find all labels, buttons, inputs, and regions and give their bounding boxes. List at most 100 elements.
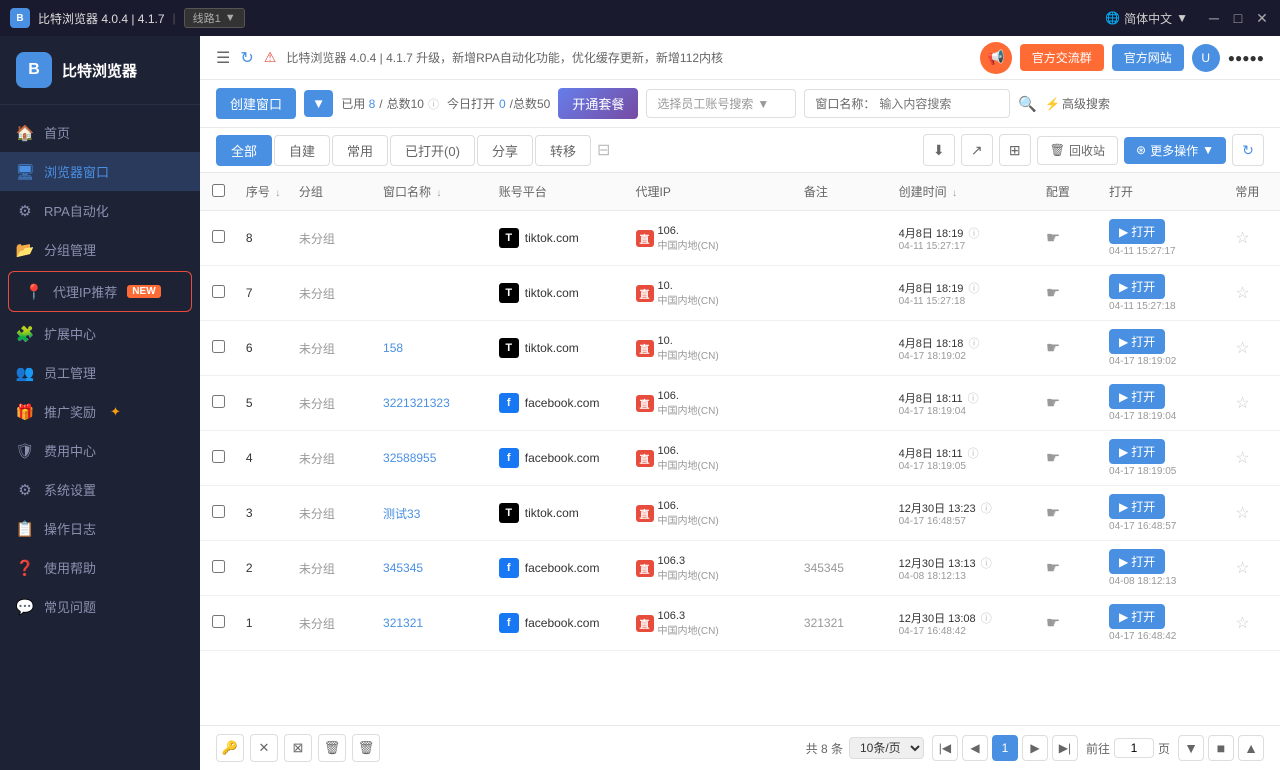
scroll-down-button[interactable]: ▼	[1178, 735, 1204, 761]
page-1-button[interactable]: 1	[992, 735, 1018, 761]
tab-transfer[interactable]: 转移	[535, 135, 591, 166]
time-info-icon[interactable]: ⓘ	[968, 283, 979, 295]
menu-icon[interactable]: ☰	[216, 48, 230, 68]
row-checkbox[interactable]	[212, 560, 225, 573]
star-icon[interactable]: ☆	[1235, 340, 1249, 357]
employee-search-dropdown[interactable]: 选择员工账号搜索 ▼	[646, 89, 796, 118]
open-window-button[interactable]: ▶ 打开	[1109, 274, 1165, 299]
star-icon[interactable]: ☆	[1235, 395, 1249, 412]
time-info-icon[interactable]: ⓘ	[981, 558, 992, 570]
create-dropdown-button[interactable]: ▼	[304, 90, 333, 117]
tab-all[interactable]: 全部	[216, 135, 272, 166]
sidebar-item-rewards[interactable]: 🎁 推广奖励 ✦	[0, 392, 200, 431]
open-window-button[interactable]: ▶ 打开	[1109, 439, 1165, 464]
fingerprint-icon[interactable]: ☛	[1046, 230, 1060, 247]
page-first-button[interactable]: |◀	[932, 735, 958, 761]
tab-share[interactable]: 分享	[477, 135, 533, 166]
sidebar-item-employees[interactable]: 👥 员工管理	[0, 353, 200, 392]
page-size-select[interactable]: 10条/页 20条/页 50条/页	[849, 737, 924, 759]
batch-delete-icon[interactable]: 🗑	[352, 734, 380, 762]
row-checkbox[interactable]	[212, 230, 225, 243]
time-info-icon[interactable]: ⓘ	[968, 393, 979, 405]
row-checkbox[interactable]	[212, 615, 225, 628]
open-window-button[interactable]: ▶ 打开	[1109, 549, 1165, 574]
more-tabs-icon[interactable]: ⊟	[597, 140, 610, 160]
fingerprint-icon[interactable]: ☛	[1046, 560, 1060, 577]
minimize-button[interactable]: ─	[1206, 10, 1222, 26]
community-button[interactable]: 官方交流群	[1020, 44, 1104, 71]
col-header-config: 配置	[1038, 173, 1101, 211]
row-checkbox[interactable]	[212, 340, 225, 353]
page-prev-button[interactable]: ◀	[962, 735, 988, 761]
language-selector[interactable]: 🌐 简体中文 ▼	[1105, 10, 1188, 27]
search-button[interactable]: 🔍	[1018, 95, 1037, 113]
page-last-button[interactable]: ▶|	[1052, 735, 1078, 761]
batch-recycle-icon[interactable]: 🗑	[318, 734, 346, 762]
open-window-button[interactable]: ▶ 打开	[1109, 384, 1165, 409]
close-button[interactable]: ✕	[1254, 10, 1270, 26]
time-info-icon[interactable]: ⓘ	[968, 338, 979, 350]
star-icon[interactable]: ☆	[1235, 450, 1249, 467]
star-icon[interactable]: ☆	[1235, 230, 1249, 247]
star-icon[interactable]: ☆	[1235, 505, 1249, 522]
batch-open-icon[interactable]: 🔑	[216, 734, 244, 762]
search-input[interactable]	[879, 97, 999, 111]
recycle-bin-button[interactable]: 🗑 回收站	[1037, 136, 1118, 165]
batch-export-icon[interactable]: ⊠	[284, 734, 312, 762]
time-info-icon[interactable]: ⓘ	[968, 228, 979, 240]
row-checkbox[interactable]	[212, 505, 225, 518]
select-all-checkbox[interactable]	[212, 184, 225, 197]
time-info-icon[interactable]: ⓘ	[981, 613, 992, 625]
time-info-icon[interactable]: ⓘ	[968, 448, 979, 460]
sidebar-item-home[interactable]: 🏠 首页	[0, 113, 200, 152]
sidebar-item-extensions[interactable]: 🧩 扩展中心	[0, 314, 200, 353]
tab-common[interactable]: 常用	[332, 135, 388, 166]
advanced-search-button[interactable]: ⚡ 高级搜索	[1045, 95, 1110, 112]
official-website-button[interactable]: 官方网站	[1112, 44, 1184, 71]
plan-button[interactable]: 开通套餐	[558, 88, 638, 119]
star-icon[interactable]: ☆	[1235, 615, 1249, 632]
fingerprint-icon[interactable]: ☛	[1046, 285, 1060, 302]
grid-icon[interactable]: ⊞	[999, 134, 1031, 166]
refresh-icon[interactable]: ↻	[240, 48, 253, 68]
star-icon[interactable]: ☆	[1235, 285, 1249, 302]
more-operations-button[interactable]: ⊛ 更多操作 ▼	[1124, 137, 1226, 164]
tab-opened[interactable]: 已打开(0)	[390, 135, 475, 166]
open-window-button[interactable]: ▶ 打开	[1109, 604, 1165, 629]
open-window-button[interactable]: ▶ 打开	[1109, 494, 1165, 519]
page-next-button[interactable]: ▶	[1022, 735, 1048, 761]
batch-close-icon[interactable]: ✕	[250, 734, 278, 762]
scroll-stop-button[interactable]: ■	[1208, 735, 1234, 761]
fingerprint-icon[interactable]: ☛	[1046, 615, 1060, 632]
time-info-icon[interactable]: ⓘ	[981, 503, 992, 515]
sidebar-item-faq[interactable]: 💬 常见问题	[0, 587, 200, 626]
sidebar-item-browser-windows[interactable]: 🖥 浏览器窗口	[0, 152, 200, 191]
table-refresh-button[interactable]: ↻	[1232, 134, 1264, 166]
row-checkbox[interactable]	[212, 285, 225, 298]
sidebar-item-help[interactable]: ❓ 使用帮助	[0, 548, 200, 587]
network-line[interactable]: 线路1 ▼	[184, 8, 245, 28]
tab-self[interactable]: 自建	[274, 135, 330, 166]
usage-info-icon[interactable]: ⓘ	[428, 96, 439, 112]
import-icon[interactable]: ⬇	[923, 134, 955, 166]
scroll-up-button[interactable]: ▲	[1238, 735, 1264, 761]
maximize-button[interactable]: □	[1230, 10, 1246, 26]
star-icon[interactable]: ☆	[1235, 560, 1249, 577]
share-icon[interactable]: ↗	[961, 134, 993, 166]
create-window-button[interactable]: 创建窗口	[216, 88, 296, 119]
fingerprint-icon[interactable]: ☛	[1046, 340, 1060, 357]
fingerprint-icon[interactable]: ☛	[1046, 395, 1060, 412]
row-checkbox[interactable]	[212, 450, 225, 463]
fingerprint-icon[interactable]: ☛	[1046, 450, 1060, 467]
sidebar-item-settings[interactable]: ⚙ 系统设置	[0, 470, 200, 509]
row-checkbox[interactable]	[212, 395, 225, 408]
sidebar-item-logs[interactable]: 📋 操作日志	[0, 509, 200, 548]
open-window-button[interactable]: ▶ 打开	[1109, 219, 1165, 244]
open-window-button[interactable]: ▶ 打开	[1109, 329, 1165, 354]
page-jump-input[interactable]	[1114, 738, 1154, 758]
fingerprint-icon[interactable]: ☛	[1046, 505, 1060, 522]
sidebar-item-group[interactable]: 📂 分组管理	[0, 230, 200, 269]
sidebar-item-proxy-ip[interactable]: 📍 代理IP推荐 NEW	[8, 271, 192, 312]
sidebar-item-rpa[interactable]: ⚙ RPA自动化	[0, 191, 200, 230]
sidebar-item-billing[interactable]: 🛡 费用中心	[0, 431, 200, 470]
